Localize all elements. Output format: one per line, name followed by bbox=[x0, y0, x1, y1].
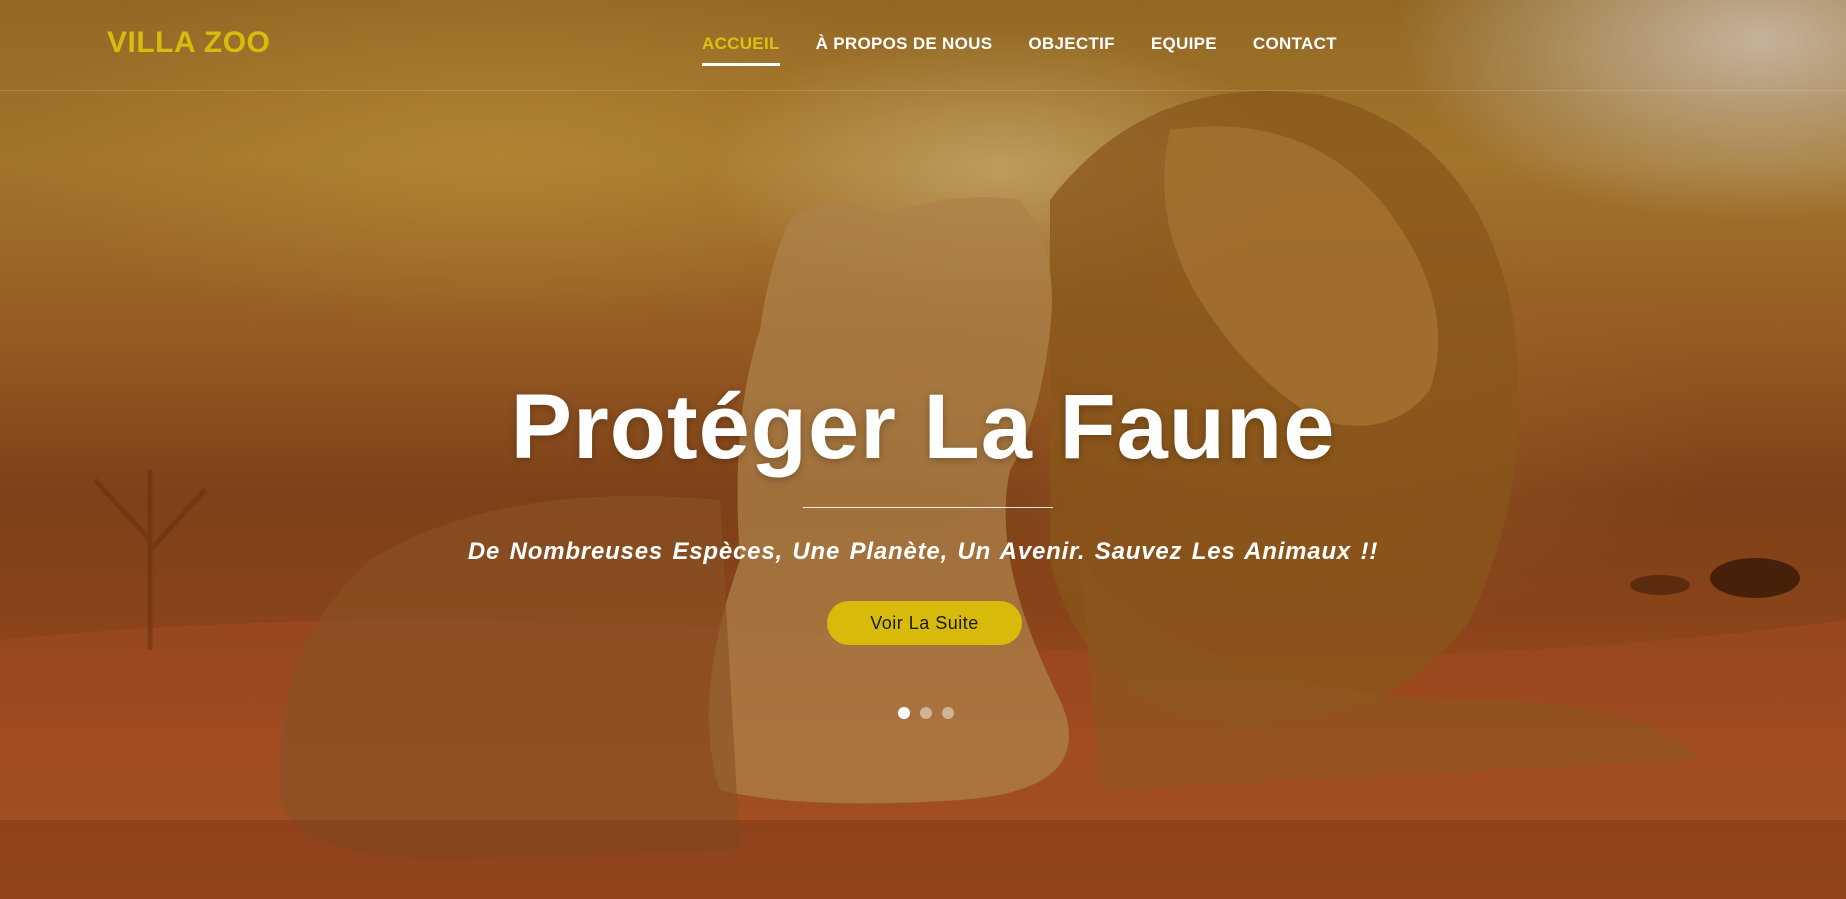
hero-subtitle: De Nombreuses Espèces, Une Planète, Un A… bbox=[467, 538, 1379, 565]
nav-item-a-propos[interactable]: À PROPOS DE NOUS bbox=[816, 34, 993, 66]
site-header: VILLA ZOO ACCUEIL À PROPOS DE NOUS OBJEC… bbox=[0, 0, 1846, 91]
slider-dots bbox=[898, 707, 954, 719]
logo[interactable]: VILLA ZOO bbox=[107, 26, 270, 60]
slide-dot-2[interactable] bbox=[920, 707, 932, 719]
hero-title: Protéger La Faune bbox=[510, 376, 1336, 478]
nav-item-equipe[interactable]: EQUIPE bbox=[1151, 34, 1217, 66]
hero-section: VILLA ZOO ACCUEIL À PROPOS DE NOUS OBJEC… bbox=[0, 0, 1846, 899]
slide-dot-3[interactable] bbox=[942, 707, 954, 719]
title-divider bbox=[803, 507, 1053, 508]
nav-item-accueil[interactable]: ACCUEIL bbox=[702, 34, 780, 66]
nav-item-contact[interactable]: CONTACT bbox=[1253, 34, 1337, 66]
voir-la-suite-button[interactable]: Voir La Suite bbox=[827, 601, 1022, 645]
main-nav: ACCUEIL À PROPOS DE NOUS OBJECTIF EQUIPE… bbox=[702, 34, 1373, 66]
slide-dot-1[interactable] bbox=[898, 707, 910, 719]
nav-item-objectif[interactable]: OBJECTIF bbox=[1028, 34, 1114, 66]
